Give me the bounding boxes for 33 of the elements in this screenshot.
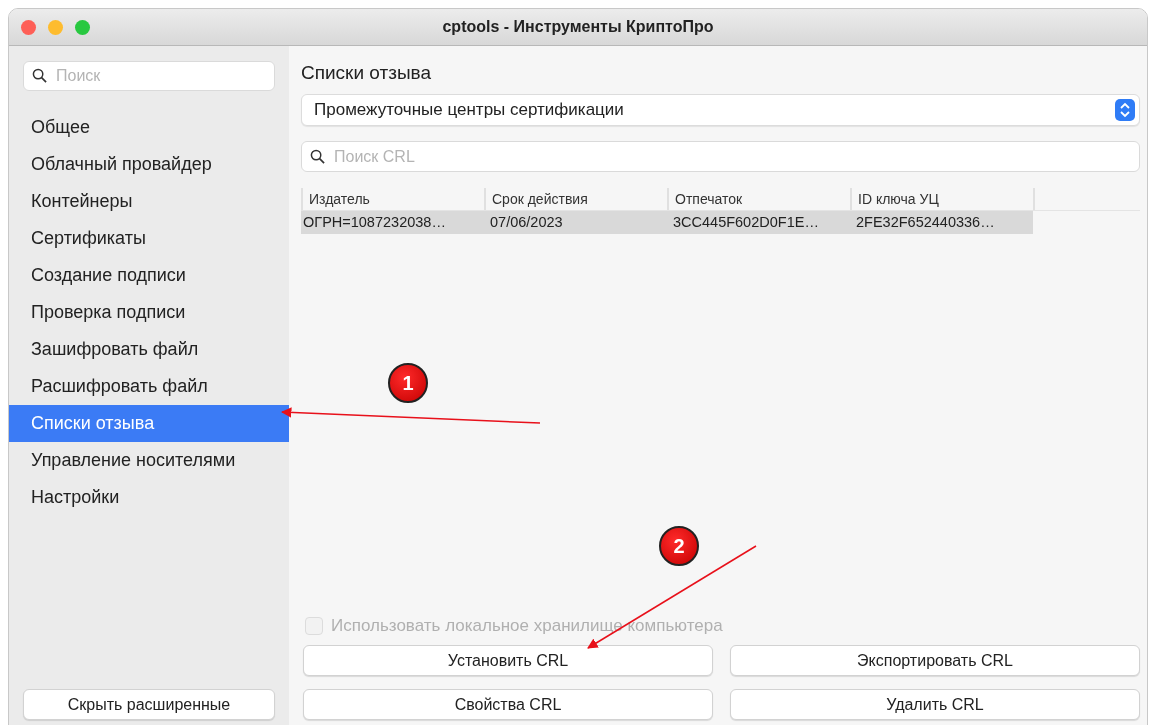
table-cell-text: 2FE32F652440336… [855, 213, 996, 232]
crl-search-field[interactable]: Поиск CRL [301, 141, 1140, 172]
search-field[interactable]: Поиск [23, 61, 275, 91]
minimize-button[interactable] [48, 19, 63, 35]
category-dropdown[interactable]: Промежуточные центры сертификации [301, 94, 1140, 126]
sidebar-item[interactable]: Расшифровать файл [9, 368, 289, 405]
sidebar-item[interactable]: Зашифровать файл [9, 331, 289, 368]
close-button[interactable] [21, 19, 36, 35]
sidebar-item[interactable]: Проверка подписи [9, 294, 289, 331]
sidebar-item[interactable]: Настройки [9, 479, 289, 516]
sidebar-item[interactable]: Общее [9, 109, 289, 146]
checkbox-label: Использовать локальное хранилище компьютера [331, 616, 723, 636]
search-icon [310, 148, 325, 164]
hide-advanced-button[interactable]: Скрыть расширенные [23, 689, 275, 720]
table-row[interactable]: ОГРН=1087232038… 07/06/2023 3CC445F602D0F1E… 2FE32F652440336… [301, 211, 1033, 234]
window-title: cptools - Инструменты КриптоПро [442, 18, 714, 36]
table-cell-text: ОГРН=1087232038… [302, 213, 447, 232]
action-button[interactable]: Установить CRL [303, 645, 713, 676]
sidebar-item[interactable]: Сертификаты [9, 220, 289, 257]
search-icon [32, 68, 47, 83]
sidebar-item[interactable]: Управление носителями [9, 442, 289, 479]
action-button[interactable]: Удалить CRL [730, 689, 1140, 720]
zoom-button[interactable] [75, 19, 90, 35]
sidebar-item[interactable]: Списки отзыва [9, 405, 289, 442]
sidebar-item[interactable]: Облачный провайдер [9, 146, 289, 183]
action-button[interactable]: Свойства CRL [303, 689, 713, 720]
sidebar-item[interactable]: Создание подписи [9, 257, 289, 294]
table-cell-text: 3CC445F602D0F1E… [672, 213, 820, 232]
sidebar-item[interactable]: Контейнеры [9, 183, 289, 220]
action-button[interactable]: Экспортировать CRL [730, 645, 1140, 676]
dropdown-stepper-icon [1115, 99, 1135, 121]
section-heading: Списки отзыва [301, 62, 431, 85]
table-cell-text: 07/06/2023 [489, 213, 564, 232]
